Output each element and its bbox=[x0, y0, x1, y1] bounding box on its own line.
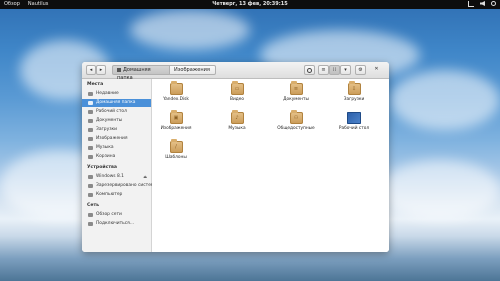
sidebar-item-windows[interactable]: Windows 8.1 ⏏ bbox=[82, 173, 151, 181]
sidebar-item-label: Документы bbox=[96, 118, 123, 123]
sidebar-item-documents[interactable]: Документы bbox=[82, 117, 151, 125]
clock-icon bbox=[88, 92, 93, 96]
computer-icon bbox=[88, 193, 93, 197]
sidebar-item-connect-server[interactable]: Подключиться... bbox=[82, 220, 151, 228]
file-name: Изображения bbox=[160, 126, 192, 131]
gear-icon: ⚙ bbox=[358, 67, 363, 73]
sidebar-item-desktop[interactable]: Рабочий стол bbox=[82, 108, 151, 116]
sidebar-item-label: Компьютер bbox=[96, 192, 123, 197]
drive-icon bbox=[88, 175, 93, 179]
sidebar-item-recent[interactable]: Недавние bbox=[82, 90, 151, 98]
search-icon bbox=[307, 68, 312, 73]
file-item[interactable]: ⇩ Загрузки bbox=[332, 81, 376, 102]
clock[interactable]: Четверг, 13 фев, 20:39:15 bbox=[0, 1, 500, 7]
download-icon bbox=[88, 128, 93, 132]
sidebar-item-downloads[interactable]: Загрузки bbox=[82, 126, 151, 134]
file-item[interactable]: Yandex.Disk bbox=[154, 81, 198, 102]
cloud bbox=[390, 70, 500, 130]
drive-icon bbox=[88, 184, 93, 188]
sidebar-item-reserved[interactable]: Зарезервировано системой bbox=[82, 182, 160, 190]
file-item[interactable]: ▣ Изображения bbox=[154, 110, 198, 131]
view-options-button[interactable]: ▾ bbox=[340, 65, 351, 75]
home-icon bbox=[117, 67, 121, 72]
sidebar-item-music[interactable]: Музыка bbox=[82, 144, 151, 152]
file-item[interactable]: ▭ Видео bbox=[215, 81, 259, 102]
file-name: Шаблоны bbox=[165, 155, 187, 160]
camera-icon bbox=[88, 137, 93, 141]
search-button[interactable] bbox=[304, 65, 315, 75]
sidebar-item-label: Музыка bbox=[96, 145, 114, 150]
downloads-folder-icon: ⇩ bbox=[347, 81, 361, 95]
music-icon bbox=[88, 146, 93, 150]
video-folder-icon: ▭ bbox=[230, 81, 244, 95]
cloud bbox=[380, 160, 500, 220]
back-button[interactable]: ◂ bbox=[86, 65, 96, 75]
pictures-folder-icon: ▣ bbox=[169, 110, 183, 124]
desktop-icon bbox=[88, 110, 93, 114]
power-icon[interactable] bbox=[491, 1, 496, 6]
public-folder-icon: ⚇ bbox=[289, 110, 303, 124]
cloud bbox=[130, 10, 250, 50]
server-icon bbox=[88, 222, 93, 226]
network-icon[interactable] bbox=[468, 1, 474, 7]
breadcrumb-pictures[interactable]: Изображения bbox=[170, 65, 216, 75]
sidebar-item-computer[interactable]: Компьютер bbox=[82, 191, 151, 199]
file-name: Документы bbox=[283, 97, 309, 102]
file-name: Общедоступные bbox=[277, 126, 315, 131]
network-icon bbox=[88, 213, 93, 217]
file-item[interactable]: ⚇ Общедоступные bbox=[274, 110, 318, 131]
documents-folder-icon: ≡ bbox=[289, 81, 303, 95]
sidebar-item-label: Домашняя папка bbox=[96, 100, 136, 105]
forward-button[interactable]: ▸ bbox=[96, 65, 106, 75]
file-manager-window: ◂ ▸ Домашняя папка Изображения ≡ ⁞⁞ ▾ ⚙ … bbox=[82, 62, 389, 252]
top-panel: Обзор Nautilus Четверг, 13 фев, 20:39:15 bbox=[0, 0, 500, 9]
close-button[interactable]: ✕ bbox=[371, 65, 382, 75]
grid-view-button[interactable]: ⁞⁞ bbox=[329, 65, 340, 75]
document-icon bbox=[88, 119, 93, 123]
sidebar-item-label: Загрузки bbox=[96, 127, 118, 132]
sidebar-item-label: Подключиться... bbox=[96, 221, 135, 226]
sidebar-item-label: Недавние bbox=[96, 91, 119, 96]
file-name: Загрузки bbox=[343, 97, 365, 102]
file-item[interactable]: / Шаблоны bbox=[154, 139, 198, 160]
sidebar-item-home[interactable]: Домашняя папка bbox=[82, 99, 151, 107]
sidebar-section-devices: Устройства bbox=[87, 165, 117, 170]
header-bar: ◂ ▸ Домашняя папка Изображения ≡ ⁞⁞ ▾ ⚙ … bbox=[82, 62, 389, 81]
volume-icon[interactable] bbox=[480, 1, 485, 6]
templates-folder-icon: / bbox=[169, 139, 183, 153]
sidebar-section-places: Места bbox=[87, 82, 104, 87]
trash-icon bbox=[88, 155, 93, 159]
sidebar-section-network: Сеть bbox=[87, 203, 100, 208]
file-item[interactable]: ♪ Музыка bbox=[215, 110, 259, 131]
file-view: Yandex.Disk ▭ Видео ≡ Документы ⇩ Загрузки … bbox=[152, 79, 389, 252]
file-item[interactable]: Рабочий стол bbox=[332, 112, 376, 131]
sidebar-item-trash[interactable]: Корзина bbox=[82, 153, 151, 161]
sidebar: Места Недавние Домашняя папка Рабочий ст… bbox=[82, 79, 160, 252]
home-icon bbox=[88, 101, 93, 105]
file-name: Музыка bbox=[228, 126, 246, 131]
sidebar-item-label: Корзина bbox=[96, 154, 116, 159]
file-name: Рабочий стол bbox=[338, 126, 370, 131]
file-name: Yandex.Disk bbox=[163, 97, 189, 102]
sidebar-item-label: Обзор сети bbox=[96, 212, 122, 217]
desktop-folder-icon bbox=[347, 112, 361, 124]
list-view-button[interactable]: ≡ bbox=[318, 65, 329, 75]
sidebar-item-label: Рабочий стол bbox=[96, 109, 127, 114]
breadcrumb-home[interactable]: Домашняя папка bbox=[112, 65, 170, 81]
settings-button[interactable]: ⚙ bbox=[355, 65, 366, 75]
music-folder-icon: ♪ bbox=[230, 110, 244, 124]
close-icon: ✕ bbox=[374, 66, 379, 72]
sidebar-item-browse-network[interactable]: Обзор сети bbox=[82, 211, 151, 219]
eject-icon[interactable]: ⏏ bbox=[143, 173, 147, 181]
breadcrumb-label: Изображения bbox=[174, 67, 210, 73]
file-item[interactable]: ≡ Документы bbox=[274, 81, 318, 102]
file-name: Видео bbox=[230, 97, 244, 102]
sidebar-item-label: Зарезервировано системой bbox=[96, 183, 160, 188]
folder-icon bbox=[169, 81, 183, 95]
sidebar-item-pictures[interactable]: Изображения bbox=[82, 135, 151, 143]
sidebar-item-label: Изображения bbox=[96, 136, 128, 141]
sidebar-item-label: Windows 8.1 bbox=[96, 174, 124, 179]
